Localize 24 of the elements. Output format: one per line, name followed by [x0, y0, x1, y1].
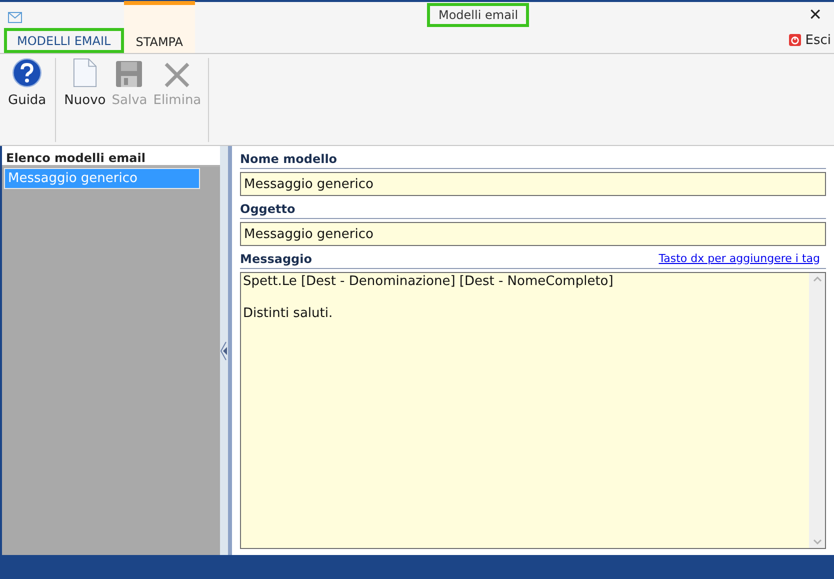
- field-label: Nome modello: [240, 151, 338, 168]
- document-icon: [72, 58, 98, 88]
- ribbon-tab[interactable]: STAMPA: [124, 1, 195, 53]
- field-label: Messaggio: [240, 251, 312, 268]
- message-text: Spett.Le [Dest - Denominazione] [Dest - NomeCompleto] Distinti saluti.: [242, 273, 614, 323]
- input-field[interactable]: Messaggio generico: [240, 222, 826, 246]
- field-label: Oggetto: [240, 201, 296, 218]
- x-icon: [164, 62, 190, 88]
- tag-hint-link[interactable]: Tasto dx per aggiungere i tag: [658, 250, 820, 267]
- help-icon: [10, 58, 44, 88]
- collapse-arrow-icon[interactable]: [220, 340, 228, 360]
- scroll-up-icon[interactable]: [812, 276, 822, 282]
- scrollbar[interactable]: [809, 273, 825, 548]
- scroll-down-icon[interactable]: [812, 539, 822, 545]
- message-textarea[interactable]: Spett.Le [Dest - Denominazione] [Dest - NomeCompleto] Distinti saluti.: [240, 272, 826, 549]
- toolbar-button[interactable]: Guida: [5, 58, 50, 110]
- toolbar-button[interactable]: Nuovo: [61, 58, 109, 110]
- power-icon: [789, 34, 802, 46]
- ribbon-tab[interactable]: MODELLI EMAIL: [4, 28, 124, 53]
- envelope-icon: [8, 12, 22, 22]
- window-title: Modelli email: [427, 3, 530, 27]
- close-button[interactable]: ✕: [804, 3, 826, 27]
- exit-button[interactable]: Esci: [789, 30, 834, 53]
- input-field[interactable]: Messaggio generico: [240, 172, 826, 196]
